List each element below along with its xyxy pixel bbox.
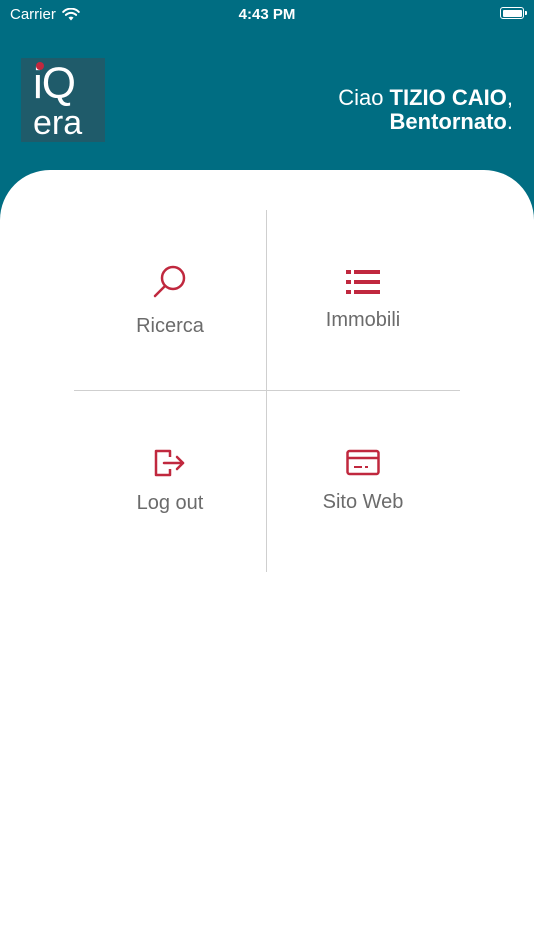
menu-item-ricerca[interactable]: Ricerca xyxy=(74,210,266,390)
battery-icon xyxy=(500,7,527,19)
menu-grid: Ricerca Immobili Log out Sito Web xyxy=(74,210,460,572)
header: iQ era Ciao TIZIO CAIO, Bentornato. xyxy=(0,28,534,178)
logo-dot-icon xyxy=(36,62,44,70)
logout-icon xyxy=(154,449,185,476)
menu-item-label: Log out xyxy=(136,491,204,514)
greeting-line-2: Bentornato. xyxy=(338,110,513,134)
greeting: Ciao TIZIO CAIO, Bentornato. xyxy=(338,86,513,134)
app-logo: iQ era xyxy=(21,58,105,142)
welcome-suffix: . xyxy=(506,109,513,134)
status-time: 4:43 PM xyxy=(238,6,296,23)
status-bar: Carrier 4:43 PM xyxy=(0,0,534,28)
menu-item-immobili[interactable]: Immobili xyxy=(267,210,459,390)
menu-card: Ricerca Immobili Log out Sito Web xyxy=(0,170,534,950)
menu-item-label: Immobili xyxy=(325,308,401,331)
greeting-line-1: Ciao TIZIO CAIO, xyxy=(338,86,513,110)
logo-bottom-text: era xyxy=(33,104,83,142)
welcome-text: Bentornato xyxy=(389,109,507,134)
menu-item-sito-web[interactable]: Sito Web xyxy=(267,391,459,571)
credit-card-icon xyxy=(346,449,380,475)
menu-item-label: Sito Web xyxy=(322,490,404,513)
list-icon xyxy=(346,269,380,294)
user-name: TIZIO CAIO xyxy=(389,85,507,110)
greeting-suffix: , xyxy=(506,85,513,110)
menu-item-logout[interactable]: Log out xyxy=(74,391,266,571)
greeting-prefix: Ciao xyxy=(338,85,390,110)
search-icon xyxy=(153,265,186,297)
menu-item-label: Ricerca xyxy=(136,314,204,337)
